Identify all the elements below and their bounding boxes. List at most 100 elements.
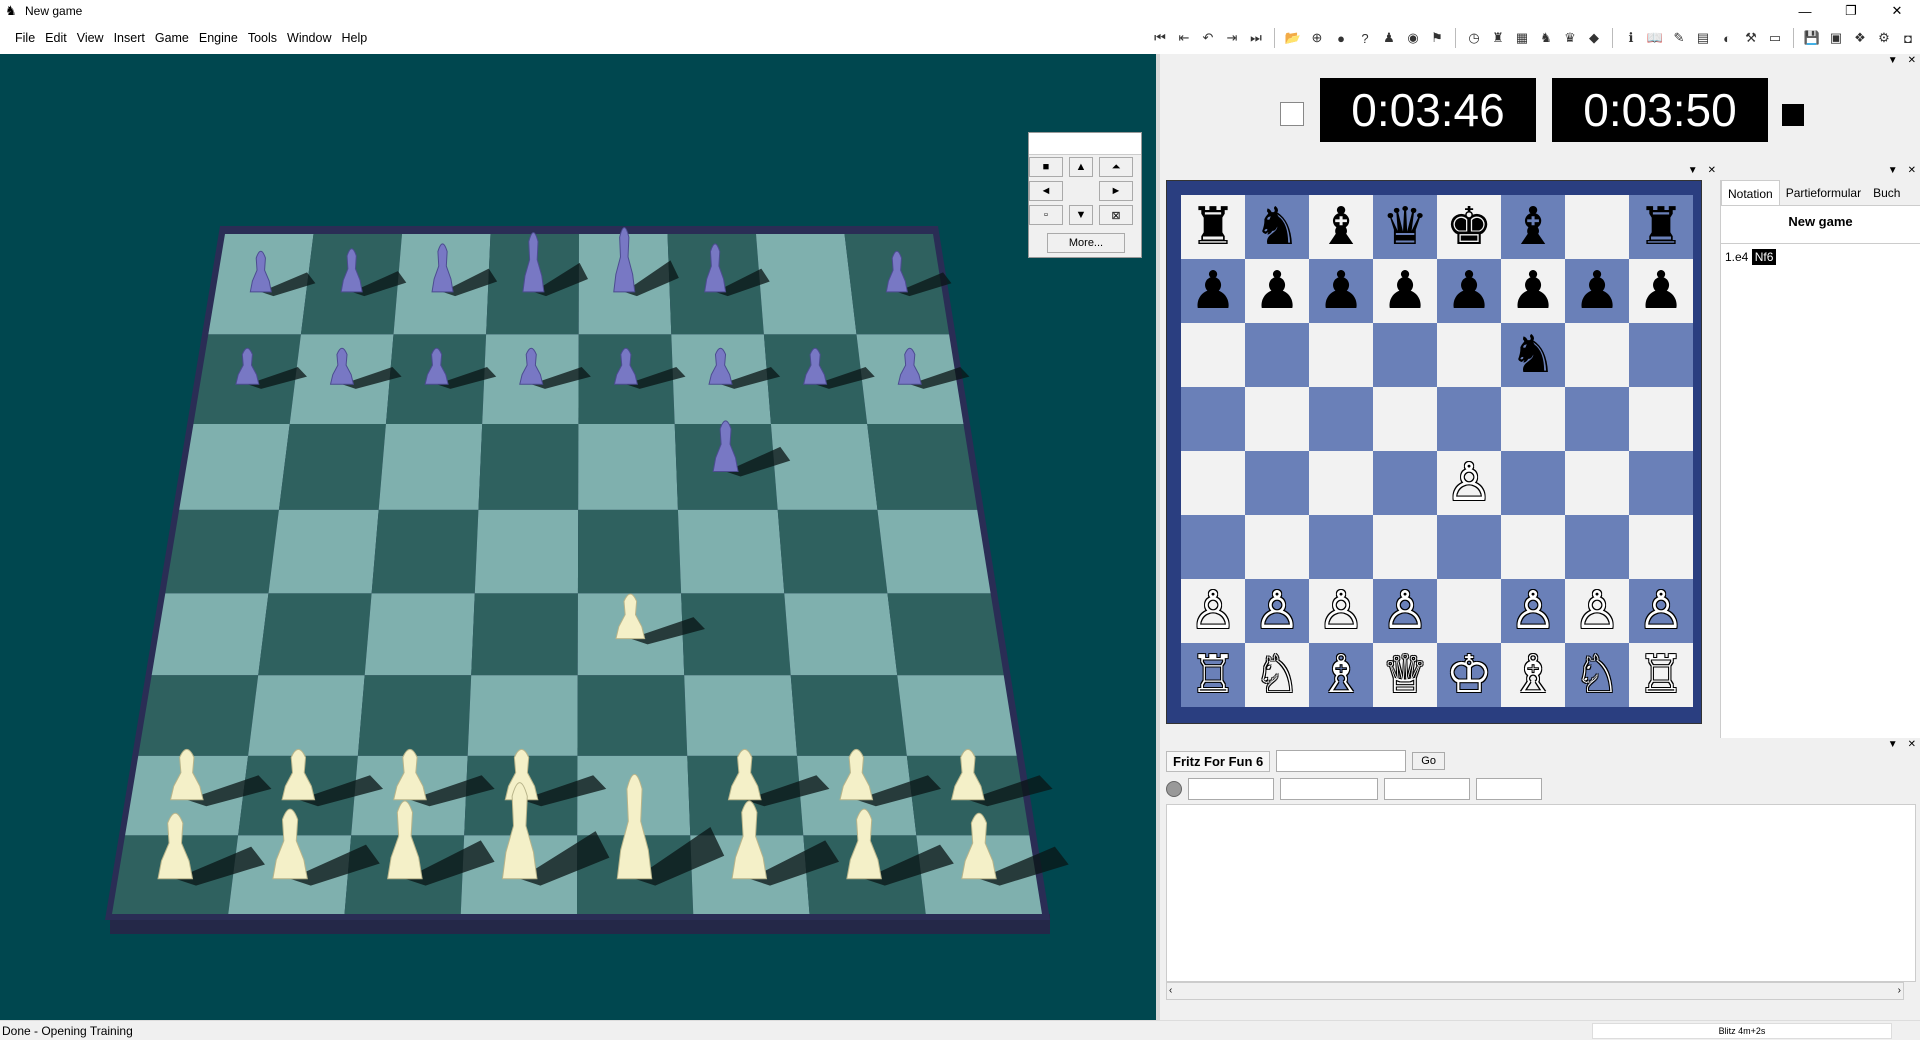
board-3d-square[interactable] (378, 423, 483, 510)
square-b7[interactable]: ♟ (1245, 259, 1309, 323)
first-move-icon[interactable]: ⏮ (1148, 26, 1172, 50)
square-e7[interactable]: ♟ (1437, 259, 1501, 323)
square-e2[interactable] (1437, 579, 1501, 643)
menu-game[interactable]: Game (150, 22, 194, 54)
square-d4[interactable] (1373, 451, 1437, 515)
forward-icon[interactable]: ⇥ (1220, 26, 1244, 50)
square-b4[interactable] (1245, 451, 1309, 515)
save-icon[interactable]: 💾 (1800, 26, 1824, 50)
globe-icon[interactable]: ⊕ (1305, 26, 1329, 50)
square-c2[interactable]: ♙ (1309, 579, 1373, 643)
board-icon[interactable]: ▦ (1510, 26, 1534, 50)
board-3d-view[interactable]: ■ ▲ ⏶ ◄ ► ▫ ▼ ⊠ More... (0, 54, 1156, 1020)
cube-icon[interactable]: ❖ (1848, 26, 1872, 50)
square-f8[interactable]: ♝ (1501, 195, 1565, 259)
square-c6[interactable] (1309, 323, 1373, 387)
square-d3[interactable] (1373, 515, 1437, 579)
board-3d-square[interactable] (770, 423, 878, 510)
clock-icon[interactable]: ◷ (1462, 26, 1486, 50)
power-icon[interactable]: ◆ (1582, 26, 1606, 50)
square-g4[interactable] (1565, 451, 1629, 515)
engine-name[interactable]: Fritz For Fun 6 (1166, 750, 1271, 772)
menu-view[interactable]: View (72, 22, 109, 54)
board-3d-square[interactable] (258, 593, 372, 676)
square-h2[interactable]: ♙ (1629, 579, 1693, 643)
board-3d-square[interactable] (756, 234, 857, 335)
board-3d-square[interactable] (784, 593, 898, 676)
eye-icon[interactable]: ◐ (1715, 26, 1739, 50)
close-button[interactable]: ✕ (1874, 0, 1920, 22)
square-b5[interactable] (1245, 387, 1309, 451)
board-3d-square[interactable] (684, 675, 798, 756)
back-icon[interactable]: ⇤ (1172, 26, 1196, 50)
engine-status-icon[interactable] (1166, 781, 1182, 797)
square-g1[interactable]: ♘ (1565, 643, 1629, 707)
square-d6[interactable] (1373, 323, 1437, 387)
board-3d-square[interactable] (677, 509, 785, 594)
board-3d-square[interactable] (165, 509, 279, 594)
engine-input[interactable] (1276, 750, 1407, 772)
board-3d-square[interactable] (248, 675, 365, 756)
flag-icon[interactable]: ⚑ (1425, 26, 1449, 50)
square-e3[interactable] (1437, 515, 1501, 579)
square-h6[interactable] (1629, 323, 1693, 387)
menu-help[interactable]: Help (336, 22, 372, 54)
info-icon[interactable]: ℹ (1619, 26, 1643, 50)
board-3d-square[interactable] (897, 675, 1017, 756)
tilt-down-button[interactable]: ▼ (1069, 205, 1093, 225)
square-c4[interactable] (1309, 451, 1373, 515)
square-c7[interactable]: ♟ (1309, 259, 1373, 323)
book-icon[interactable]: 📖 (1643, 26, 1667, 50)
engine-icon[interactable]: ♜ (1486, 26, 1510, 50)
coach-icon[interactable]: ♛ (1558, 26, 1582, 50)
board-3d-square[interactable] (371, 509, 479, 594)
go-button[interactable]: Go (1412, 752, 1445, 770)
board-3d-square[interactable] (478, 423, 579, 510)
pen-icon[interactable]: ✎ (1667, 26, 1691, 50)
open-icon[interactable]: 📂 (1281, 26, 1305, 50)
square-f1[interactable]: ♗ (1501, 643, 1565, 707)
board-3d-square[interactable] (578, 423, 678, 510)
square-e8[interactable]: ♚ (1437, 195, 1501, 259)
board-3d-square[interactable] (577, 675, 688, 756)
board-3d-square[interactable] (151, 593, 269, 676)
menu-insert[interactable]: Insert (109, 22, 150, 54)
square-g8[interactable] (1565, 195, 1629, 259)
pane-menu-icon[interactable]: ▼ (1688, 165, 1698, 176)
pane-close-icon[interactable]: ✕ (1908, 55, 1916, 66)
square-b8[interactable]: ♞ (1245, 195, 1309, 259)
square-c1[interactable]: ♗ (1309, 643, 1373, 707)
more-button[interactable]: More... (1047, 233, 1125, 253)
square-e6[interactable] (1437, 323, 1501, 387)
stop-rotate-button[interactable]: ■ (1029, 157, 1063, 177)
board-3d-square[interactable] (790, 675, 907, 756)
pane-close-icon[interactable]: ✕ (1908, 165, 1916, 176)
menu-engine[interactable]: Engine (194, 22, 243, 54)
view-reset-button[interactable]: ▫ (1029, 205, 1063, 225)
square-h4[interactable] (1629, 451, 1693, 515)
board-3d-square[interactable] (138, 675, 259, 756)
tab-buch[interactable]: Buch (1867, 180, 1906, 205)
window-icon[interactable]: ▭ (1763, 26, 1787, 50)
board-3d-square[interactable] (364, 593, 475, 676)
square-a8[interactable]: ♜ (1181, 195, 1245, 259)
tab-notation[interactable]: Notation (1721, 180, 1780, 205)
square-e5[interactable] (1437, 387, 1501, 451)
back-one-icon[interactable]: ↶ (1196, 26, 1220, 50)
scroll-left-icon[interactable]: ‹ (1169, 985, 1172, 996)
square-d5[interactable] (1373, 387, 1437, 451)
square-g6[interactable] (1565, 323, 1629, 387)
horizontal-scrollbar[interactable]: ‹ › (1166, 982, 1904, 1000)
square-f4[interactable] (1501, 451, 1565, 515)
board-3d-square[interactable] (877, 509, 991, 594)
pane-menu-icon[interactable]: ▼ (1888, 165, 1898, 176)
board-3d-square[interactable] (867, 423, 978, 510)
square-g3[interactable] (1565, 515, 1629, 579)
board-3d-square[interactable] (268, 509, 379, 594)
board-3d-square[interactable] (471, 593, 578, 676)
last-move-icon[interactable]: ⏭ (1244, 26, 1268, 50)
square-h5[interactable] (1629, 387, 1693, 451)
rotate-left-button[interactable]: ◄ (1029, 181, 1063, 201)
minimize-button[interactable]: — (1782, 0, 1828, 22)
zoom-in-button[interactable]: ⏶ (1099, 157, 1133, 177)
